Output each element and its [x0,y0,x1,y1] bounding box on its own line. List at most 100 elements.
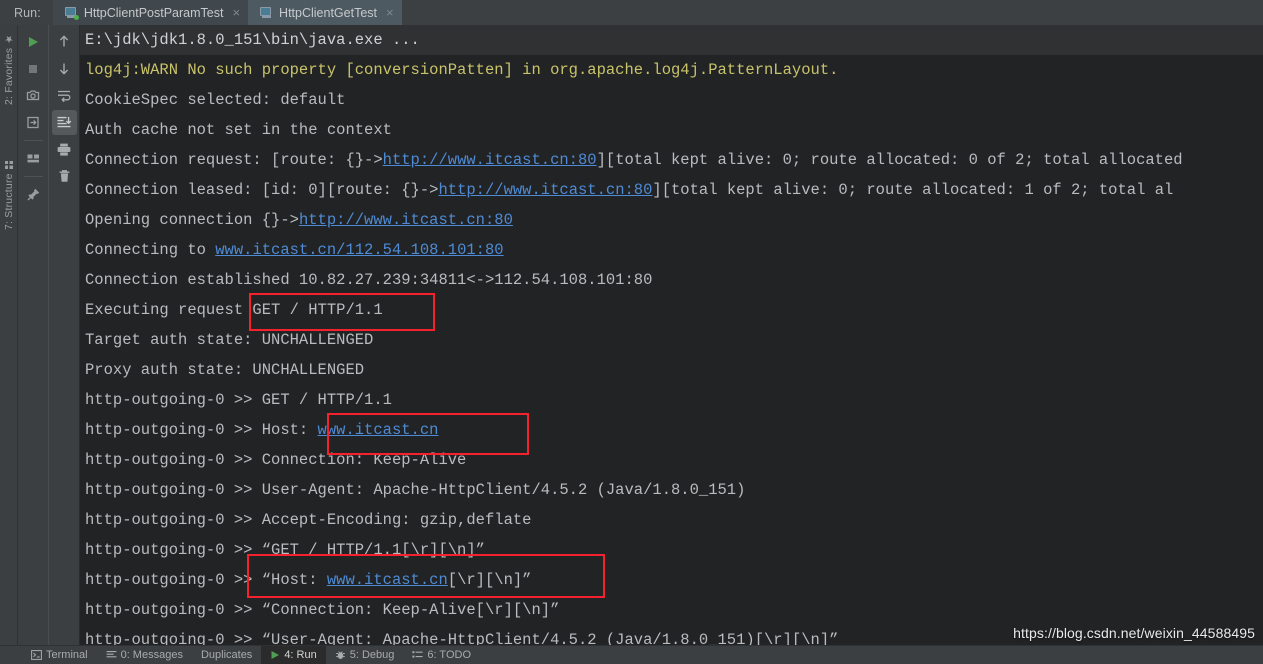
left-tool-window-strip: 2: Favorites ★ 7: Structure [0,25,18,645]
screenshot-button[interactable] [21,83,46,108]
watermark: https://blog.csdn.net/weixin_44588495 [1013,625,1255,641]
line-opening: Opening connection {}->http://www.itcast… [80,205,1263,235]
run-tab-0[interactable]: HttpClientPostParamTest × [52,0,249,25]
line-cmd: E:\jdk\jdk1.8.0_151\bin\java.exe ... [80,25,1263,55]
line-executing: Executing request GET / HTTP/1.1 [80,295,1263,325]
line-authcache: Auth cache not set in the context [80,115,1263,145]
run-config-icon [260,6,273,19]
run-toolbar-primary [18,25,49,645]
console-text: http-outgoing-0 >> “Host: [85,571,327,589]
soft-wrap-button[interactable] [52,83,77,108]
console-link[interactable]: www.itcast.cn [327,571,448,589]
line-out-accept-encoding: http-outgoing-0 >> Accept-Encoding: gzip… [80,505,1263,535]
layout-icon [27,154,39,163]
console-text: Executing request GET / HTTP/1.1 [85,301,383,319]
console-text: http-outgoing-0 >> “GET / HTTP/1.1[\r][\… [85,541,485,559]
camera-icon [26,90,39,101]
line-established: Connection established 10.82.27.239:3481… [80,265,1263,295]
console-text: http-outgoing-0 >> “Connection: Keep-Ali… [85,601,560,619]
soft-wrap-icon [58,90,71,103]
console-text: E:\jdk\jdk1.8.0_151\bin\java.exe ... [85,31,420,49]
run-toolbar-secondary [49,25,80,645]
console-text: http-outgoing-0 >> GET / HTTP/1.1 [85,391,392,409]
console-link[interactable]: http://www.itcast.cn:80 [383,151,597,169]
line-raw-connection: http-outgoing-0 >> “Connection: Keep-Ali… [80,595,1263,625]
close-icon[interactable]: × [232,6,240,19]
rerun-button[interactable] [21,29,46,54]
up-button[interactable] [52,29,77,54]
sidebar-item-favorites[interactable]: 2: Favorites ★ [0,25,18,153]
arrow-down-icon [59,63,69,75]
scroll-to-end-button[interactable] [51,110,77,135]
status-bar-item-5-debug[interactable]: 5: Debug [326,646,404,664]
console-text: http-outgoing-0 >> Connection: Keep-Aliv… [85,451,467,469]
play-icon [270,650,280,660]
close-icon[interactable]: × [386,6,394,19]
line-out-host: http-outgoing-0 >> Host: www.itcast.cn [80,415,1263,445]
console-text: Connection leased: [id: 0][route: {}-> [85,181,439,199]
run-console-output[interactable]: E:\jdk\jdk1.8.0_151\bin\java.exe ... log4… [80,25,1263,645]
console-text: [\r][\n]” [447,571,532,589]
toolbar-divider-1 [23,140,43,141]
status-bar-item-duplicates[interactable]: Duplicates [192,646,261,664]
console-text: ][total kept alive: 0; route allocated: … [652,181,1174,199]
ide-run-window: Run: HttpClientPostParamTest × HttpClientG… [0,0,1263,664]
status-bar-item-0-messages[interactable]: 0: Messages [97,646,192,664]
run-tab-label: HttpClientPostParamTest [83,5,224,20]
console-link[interactable]: www.itcast.cn [318,421,439,439]
line-conn-leased: Connection leased: [id: 0][route: {}->ht… [80,175,1263,205]
run-tab-label: HttpClientGetTest [279,5,378,20]
print-icon [57,143,71,156]
line-out-get: http-outgoing-0 >> GET / HTTP/1.1 [80,385,1263,415]
console-text: http-outgoing-0 >> User-Agent: Apache-Ht… [85,481,746,499]
status-bar-label: Duplicates [200,648,253,661]
status-bar-label: Terminal [46,648,88,661]
console-link[interactable]: http://www.itcast.cn:80 [438,181,652,199]
console-text: Auth cache not set in the context [85,121,392,139]
line-proxy-auth: Proxy auth state: UNCHALLENGED [80,355,1263,385]
export-button[interactable] [21,110,46,135]
status-bar-label: 0: Messages [120,648,183,661]
console-text: Connection request: [route: {}-> [85,151,383,169]
structure-icon [5,161,13,169]
layout-button[interactable] [21,146,46,171]
line-cookiespec: CookieSpec selected: default [80,85,1263,115]
toolbar-divider-2 [23,176,43,177]
bug-icon [335,650,346,660]
run-config-icon [64,6,79,20]
console-text: http-outgoing-0 >> Host: [85,421,318,439]
terminal-icon [31,649,42,660]
line-log4j-warn: log4j:WARN No such property [conversionP… [80,55,1263,85]
console-text: Connection established 10.82.27.239:3481… [85,271,653,289]
run-tab-bar: Run: HttpClientPostParamTest × HttpClientG… [0,0,1263,25]
run-tab-1[interactable]: HttpClientGetTest × [248,0,402,25]
down-button[interactable] [52,56,77,81]
console-text: Connecting to [85,241,216,259]
status-bar-label: 4: Run [284,648,317,661]
stop-icon [29,64,37,73]
line-out-connection: http-outgoing-0 >> Connection: Keep-Aliv… [80,445,1263,475]
pin-button[interactable] [21,182,46,207]
console-text: Opening connection {}-> [85,211,299,229]
messages-icon [106,650,117,660]
status-bar-item-4-run[interactable]: 4: Run [261,645,326,664]
status-bar-item-terminal[interactable]: Terminal [22,646,97,664]
arrow-up-icon [59,35,69,47]
line-out-ua: http-outgoing-0 >> User-Agent: Apache-Ht… [80,475,1263,505]
clear-all-button[interactable] [52,164,77,189]
console-link[interactable]: http://www.itcast.cn:80 [299,211,513,229]
console-text: ][total kept alive: 0; route allocated: … [596,151,1183,169]
console-text: Target auth state: UNCHALLENGED [85,331,374,349]
favorites-label: 2: Favorites [3,48,15,106]
print-button[interactable] [52,137,77,162]
export-icon [26,116,39,129]
status-bar-item-6-todo[interactable]: 6: TODO [403,646,480,664]
star-icon: ★ [3,33,15,45]
todo-icon [412,650,423,660]
run-label: Run: [14,5,41,20]
console-link[interactable]: www.itcast.cn/112.54.108.101:80 [215,241,503,259]
play-icon [29,36,38,47]
stop-button[interactable] [21,56,46,81]
sidebar-item-structure[interactable]: 7: Structure [0,153,18,291]
structure-label: 7: Structure [3,173,15,230]
